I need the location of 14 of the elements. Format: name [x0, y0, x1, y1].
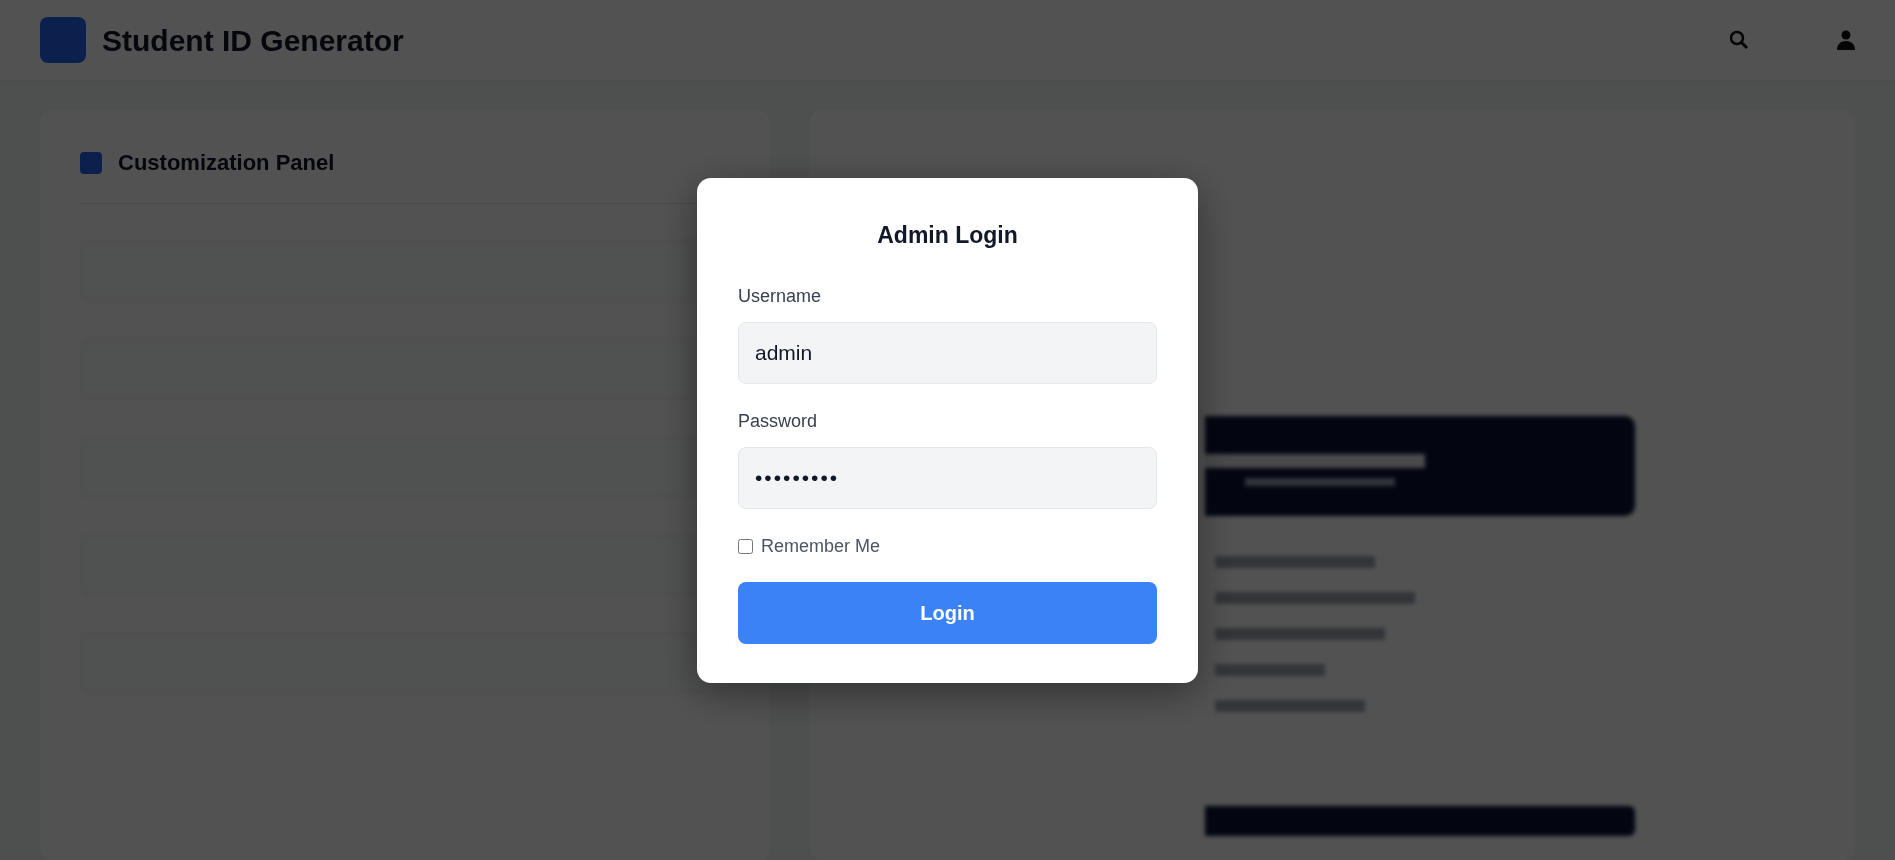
remember-checkbox[interactable]	[738, 538, 753, 554]
user-icon[interactable]	[1837, 30, 1855, 50]
field-label: Password	[738, 409, 818, 433]
app-title: Student ID Generator	[102, 22, 404, 59]
panel-title: Customization Panel	[118, 149, 335, 177]
logo-icon	[40, 17, 86, 63]
field-label: Username	[738, 284, 822, 308]
password-field[interactable]: •••••••••	[738, 446, 1157, 509]
username-field[interactable]: admin	[738, 321, 1157, 384]
login-button[interactable]: Login	[738, 581, 1157, 644]
panel-icon	[80, 151, 102, 174]
dialog-title: Admin Login	[876, 221, 1019, 250]
search-icon[interactable]	[1729, 30, 1749, 50]
checkbox-label: Remember Me	[761, 534, 881, 558]
